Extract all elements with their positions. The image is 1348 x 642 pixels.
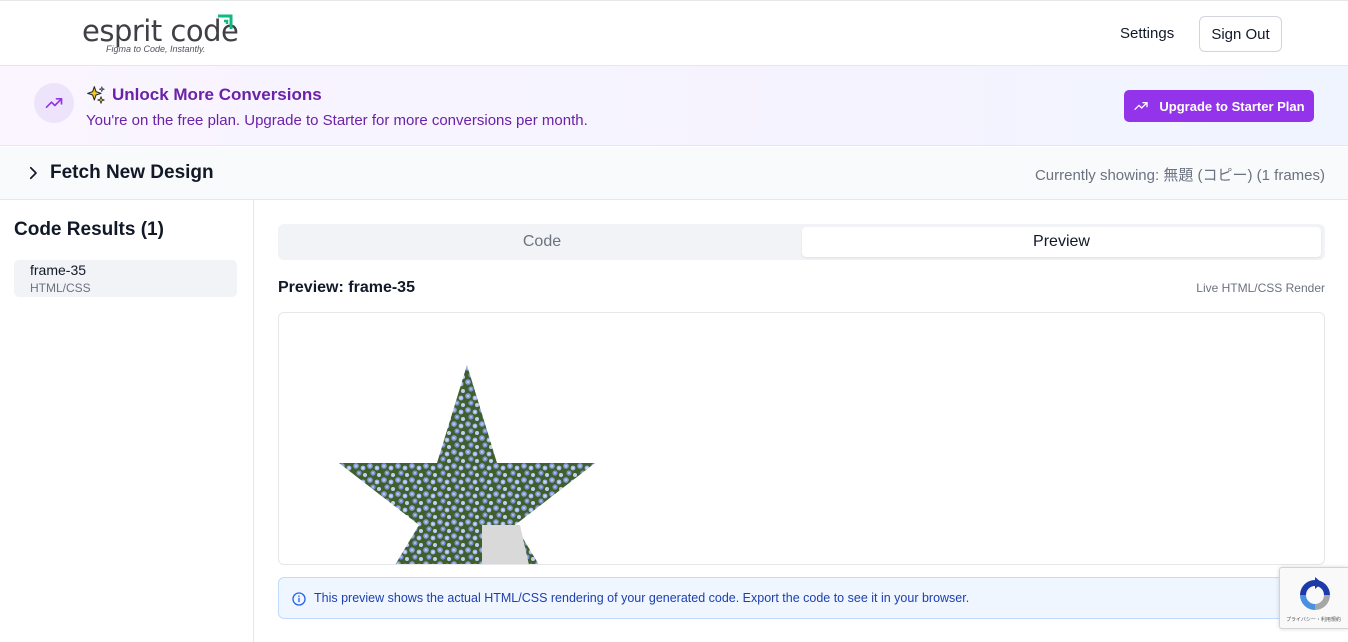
result-item-type: HTML/CSS (30, 281, 91, 295)
recaptcha-terms[interactable]: プライバシー・利用規約 (1286, 616, 1341, 623)
current-design-status: Currently showing: 無題 (コピー) (1 frames) (1034, 167, 1325, 184)
logo-arrow-icon (218, 14, 233, 29)
top-header: esprit code Figma to Code, Instantly. Se… (0, 0, 1348, 66)
logo-tagline: Figma to Code, Instantly. (106, 44, 206, 54)
settings-button[interactable]: Settings (1110, 18, 1184, 50)
live-render-label: Live HTML/CSS Render (1196, 281, 1325, 295)
preview-info-notice: This preview shows the actual HTML/CSS r… (278, 577, 1325, 619)
fetch-new-design-title[interactable]: Fetch New Design (50, 162, 214, 184)
fetch-new-design-section[interactable]: Fetch New Design Currently showing: 無題 (… (0, 147, 1348, 200)
preview-render-area (278, 312, 1325, 565)
upgrade-button-label: Upgrade to Starter Plan (1159, 98, 1305, 114)
esprit-code-logo[interactable]: esprit code Figma to Code, Instantly. (82, 13, 242, 59)
sparkles-icon (87, 86, 105, 104)
result-item[interactable]: frame-35 HTML/CSS (14, 260, 237, 297)
recaptcha-icon (1300, 577, 1330, 610)
code-results-sidebar: Code Results (1) frame-35 HTML/CSS (0, 200, 254, 642)
banner-subtitle: You're on the free plan. Upgrade to Star… (86, 112, 588, 129)
result-item-name: frame-35 (30, 262, 87, 278)
upgrade-banner: Unlock More Conversions You're on the fr… (0, 66, 1348, 146)
banner-icon-container (34, 83, 74, 123)
banner-title: Unlock More Conversions (112, 85, 322, 104)
code-results-title: Code Results (1) (14, 219, 164, 240)
code-preview-tabs: Code Preview (278, 224, 1325, 260)
recaptcha-badge[interactable]: プライバシー・利用規約 (1279, 567, 1348, 629)
preview-info-text: This preview shows the actual HTML/CSS r… (314, 591, 970, 605)
upgrade-to-starter-button[interactable]: Upgrade to Starter Plan (1124, 90, 1314, 122)
sign-out-button[interactable]: Sign Out (1199, 16, 1282, 52)
preview-heading: Preview: frame-35 (278, 279, 415, 296)
tab-code[interactable]: Code (282, 227, 802, 257)
trending-up-icon (45, 98, 63, 108)
trending-up-icon (1134, 102, 1149, 110)
banner-title-row: Unlock More Conversions (86, 85, 322, 105)
star-shaped-flower-image (339, 365, 595, 564)
chevron-right-icon[interactable] (24, 164, 42, 182)
info-icon (292, 592, 306, 606)
tab-preview[interactable]: Preview (802, 227, 1321, 257)
